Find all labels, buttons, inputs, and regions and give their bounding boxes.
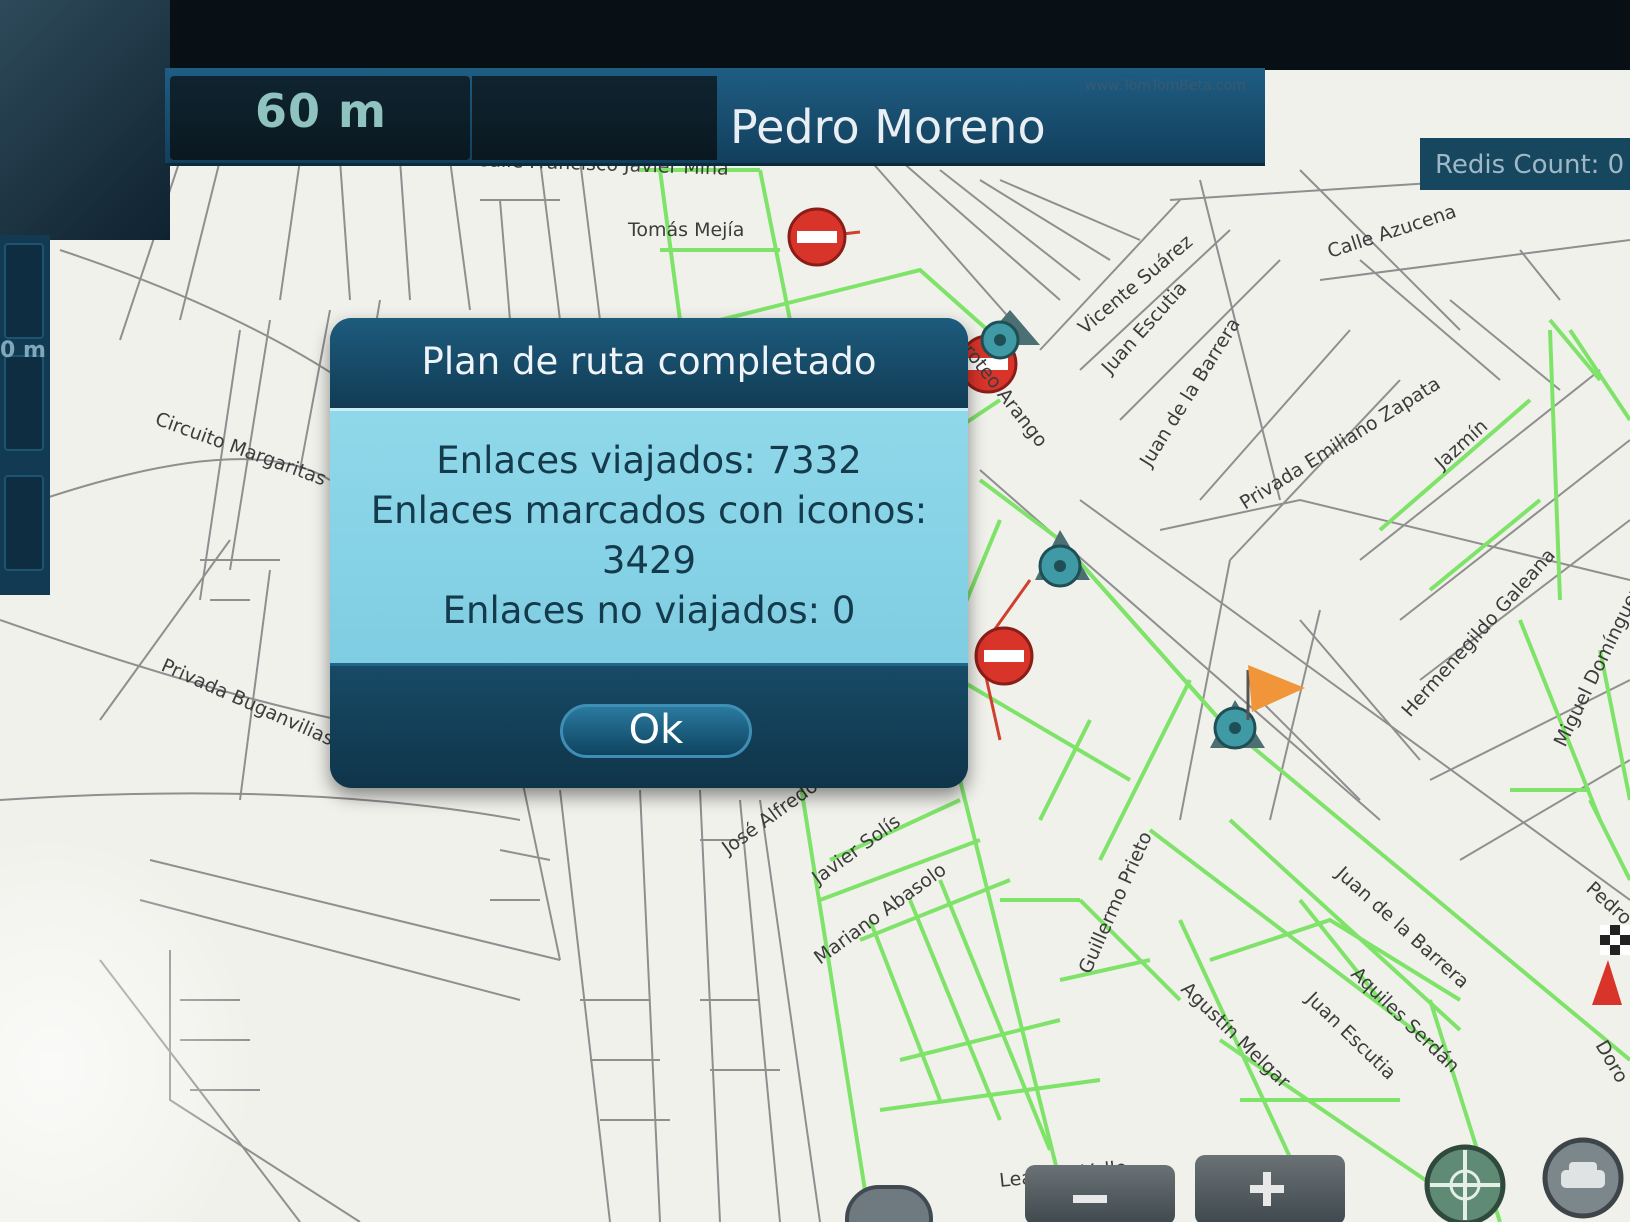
no-entry-icon: [974, 626, 1034, 686]
left-toolbar: [0, 235, 50, 595]
compass-icon[interactable]: [1420, 1140, 1510, 1222]
left-toolbar-button[interactable]: [4, 243, 44, 339]
left-toolbar-button[interactable]: [4, 475, 44, 571]
dialog-footer: Ok: [330, 663, 968, 788]
dialog-title: Plan de ruta completado: [421, 340, 877, 383]
plus-icon-vertical: [1263, 1172, 1271, 1206]
screen-bezel-top: [0, 0, 1630, 70]
redis-count: Redis Count: 0: [1435, 150, 1625, 180]
instruction-panel: [472, 76, 717, 160]
vehicle-icon[interactable]: [1535, 1130, 1630, 1222]
left-distance-label: 0 m: [0, 338, 46, 363]
dialog-body: Enlaces viajados: 7332 Enlaces marcados …: [330, 408, 968, 666]
no-entry-icon: [787, 207, 847, 267]
street-label: Tomás Mejía: [627, 219, 744, 241]
current-street-name: Pedro Moreno: [730, 100, 1046, 154]
links-marked-value: 3429: [601, 539, 697, 582]
dialog-header: Plan de ruta completado: [330, 318, 968, 408]
navigation-screen: Calle Francisco Javier Mina Tomás Mejía …: [0, 0, 1630, 1222]
route-plan-dialog: Plan de ruta completado Enlaces viajados…: [330, 318, 968, 788]
links-travelled: Enlaces viajados: 7332: [436, 439, 862, 482]
screen-bezel-corner: [0, 0, 170, 240]
links-not-travelled: Enlaces no viajados: 0: [442, 589, 856, 632]
next-turn-distance: 60 m: [255, 84, 387, 138]
left-toolbar-button[interactable]: [4, 355, 44, 451]
top-watermark: www.TomTomBeta.com: [1085, 78, 1246, 94]
zoom-in-button[interactable]: [1195, 1155, 1345, 1222]
minus-icon: [1073, 1195, 1107, 1203]
ok-button[interactable]: Ok: [560, 704, 752, 758]
links-marked-label: Enlaces marcados con iconos:: [370, 489, 928, 532]
zoom-out-button[interactable]: [1025, 1165, 1175, 1222]
